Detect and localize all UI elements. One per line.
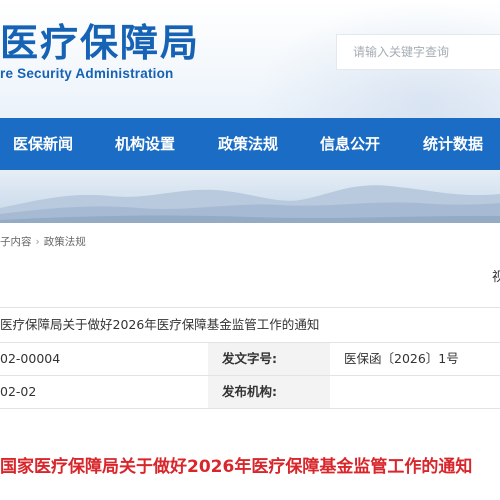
info-row-doc-number: 02-00004 发文字号: 医保函〔2026〕1号 xyxy=(0,343,500,376)
breadcrumb: 子内容 › 政策法规 xyxy=(0,234,86,250)
search-input[interactable] xyxy=(337,35,500,69)
breadcrumb-item-policy[interactable]: 政策法规 xyxy=(44,236,86,248)
nav-item-policy[interactable]: 政策法规 xyxy=(218,118,278,170)
nav-item-statistics[interactable]: 统计数据 xyxy=(423,118,483,170)
publisher-label: 发布机构: xyxy=(208,376,330,408)
doc-number-label: 发文字号: xyxy=(208,343,330,375)
doc-number-value: 医保函〔2026〕1号 xyxy=(344,351,459,366)
nav-item-disclosure[interactable]: 信息公开 xyxy=(320,118,380,170)
info-index-value: 02-00004 xyxy=(0,351,61,366)
article-title: 国家医疗保障局关于做好2026年医疗保障基金监管工作的通知 xyxy=(0,457,473,477)
breadcrumb-separator: › xyxy=(35,236,40,248)
info-date-value: 02-02 xyxy=(0,384,37,399)
site-logo-cn[interactable]: 医疗保障局 xyxy=(0,12,200,68)
publisher-value xyxy=(330,376,344,408)
search-box xyxy=(336,34,500,70)
site-header: 医疗保障局 re Security Administration xyxy=(0,0,500,118)
site-logo-en[interactable]: re Security Administration xyxy=(0,66,174,84)
view-label[interactable]: 视 xyxy=(492,266,500,285)
mountain-illustration xyxy=(0,185,500,223)
nav-item-news[interactable]: 医保新闻 xyxy=(13,118,73,170)
landscape-banner xyxy=(0,170,500,223)
info-title-row: 医疗保障局关于做好2026年医疗保障基金监管工作的通知 xyxy=(0,307,500,343)
main-nav: 医保新闻 机构设置 政策法规 信息公开 统计数据 xyxy=(0,118,500,170)
info-row-publisher: 02-02 发布机构: xyxy=(0,376,500,409)
nav-item-organization[interactable]: 机构设置 xyxy=(115,118,175,170)
info-title: 医疗保障局关于做好2026年医疗保障基金监管工作的通知 xyxy=(0,317,320,332)
breadcrumb-item-content[interactable]: 子内容 xyxy=(0,236,32,248)
